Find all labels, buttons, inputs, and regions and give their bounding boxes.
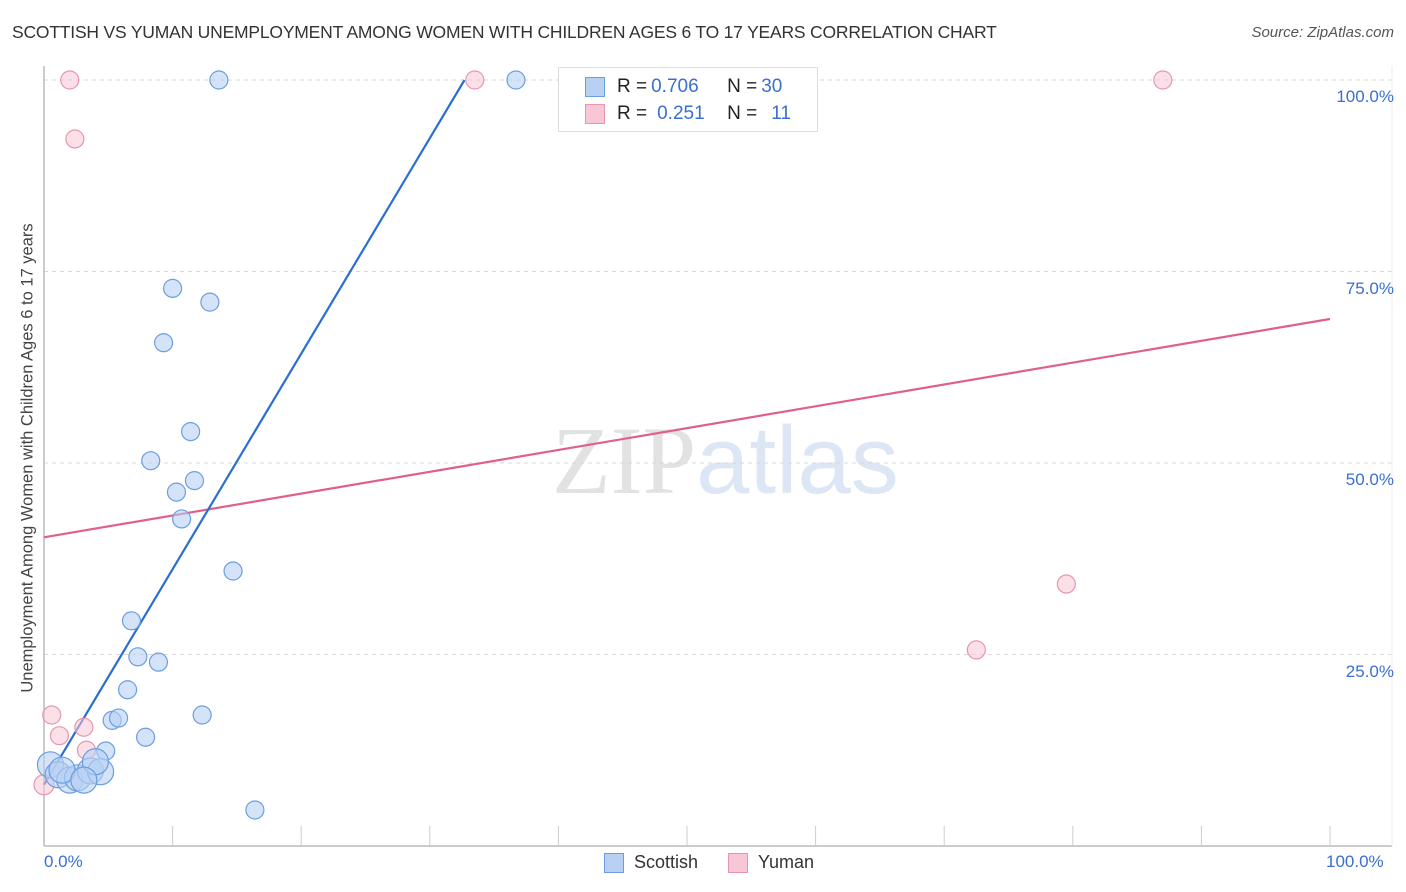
- yuman-swatch-icon: [585, 104, 605, 124]
- yuman-point: [465, 70, 485, 90]
- scottish-point: [209, 70, 229, 90]
- yuman-point: [1153, 70, 1173, 90]
- x-tick-label-min: 0.0%: [44, 852, 83, 871]
- legend-n-value: 11: [771, 103, 791, 124]
- scottish-point: [223, 561, 243, 581]
- scottish-point: [121, 611, 142, 631]
- axes: [43, 66, 1393, 847]
- scottish-swatch-icon: [604, 852, 624, 873]
- scottish-point: [135, 727, 156, 747]
- legend-row-yuman: R = 0.251 N = 11: [585, 102, 791, 126]
- scottish-point: [128, 647, 148, 667]
- y-tick-label: 25.0%: [1345, 661, 1394, 681]
- scottish-point: [163, 278, 183, 298]
- y-tick-label: 50.0%: [1345, 470, 1394, 489]
- yuman-point: [60, 70, 80, 90]
- y-axis-label: Unemployment Among Women with Children A…: [18, 223, 37, 693]
- gridlines: [44, 79, 1392, 655]
- x-tick-label-max: 100.0%: [1326, 852, 1384, 871]
- scottish-point: [108, 708, 129, 728]
- legend-r-label: R =: [617, 76, 648, 97]
- scottish-point: [184, 471, 205, 491]
- yuman-point: [966, 640, 986, 660]
- scottish-point: [192, 705, 212, 725]
- yuman-point: [74, 717, 94, 737]
- trendlines: [43, 79, 1331, 786]
- y-tick-label: 100.0%: [1336, 87, 1394, 106]
- scottish-point: [181, 421, 201, 442]
- scottish-point: [153, 333, 174, 353]
- legend-n-label: N =: [727, 103, 758, 124]
- scottish-point: [506, 70, 526, 90]
- legend-r-value: 0.706: [651, 76, 699, 97]
- correlation-legend: R = 0.706 N = 30 R = 0.251 N = 11: [558, 67, 818, 132]
- yuman-point: [65, 129, 85, 149]
- yuman-point: [49, 726, 70, 746]
- scatter-plot: [33, 66, 1393, 847]
- legend-n-value: 30: [761, 76, 783, 97]
- yuman-swatch-icon: [728, 852, 749, 873]
- scottish-point: [141, 451, 161, 471]
- scottish-point: [148, 652, 169, 672]
- legend-label-yuman: Yuman: [758, 852, 815, 872]
- scottish-point: [245, 800, 265, 820]
- legend-r-label: R =: [617, 103, 648, 124]
- points: [33, 70, 1173, 820]
- legend-item-scottish[interactable]: Scottish: [604, 852, 698, 873]
- scottish-trendline: [43, 79, 466, 786]
- scottish-point: [70, 766, 98, 794]
- scottish-point: [166, 482, 187, 502]
- legend-n-label: N =: [727, 76, 758, 97]
- scottish-point: [172, 509, 192, 529]
- series-legend: Scottish Yuman: [604, 852, 844, 873]
- scottish-point: [117, 680, 138, 700]
- yuman-trendline: [43, 317, 1331, 539]
- scottish-point: [200, 292, 220, 312]
- legend-row-scottish: R = 0.706 N = 30: [585, 75, 782, 99]
- legend-item-yuman[interactable]: Yuman: [728, 852, 814, 873]
- scottish-swatch-icon: [585, 77, 605, 97]
- yuman-point: [1056, 574, 1076, 594]
- y-tick-label: 75.0%: [1345, 278, 1394, 298]
- yuman-point: [42, 705, 62, 725]
- legend-label-scottish: Scottish: [634, 852, 699, 872]
- legend-r-value: 0.251: [657, 103, 705, 124]
